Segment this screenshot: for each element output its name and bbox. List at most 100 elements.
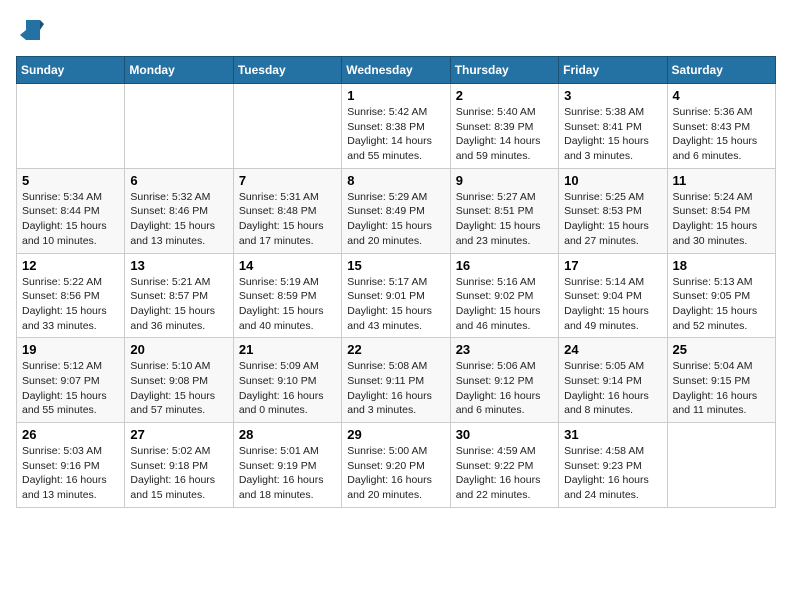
week-row-0: 1Sunrise: 5:42 AMSunset: 8:38 PMDaylight… — [17, 84, 776, 169]
day-number: 22 — [347, 342, 444, 357]
header-day-wednesday: Wednesday — [342, 57, 450, 84]
day-info: Sunrise: 5:24 AMSunset: 8:54 PMDaylight:… — [673, 190, 770, 249]
day-info: Sunrise: 5:09 AMSunset: 9:10 PMDaylight:… — [239, 359, 336, 418]
day-info: Sunrise: 5:32 AMSunset: 8:46 PMDaylight:… — [130, 190, 227, 249]
day-number: 28 — [239, 427, 336, 442]
day-number: 2 — [456, 88, 553, 103]
calendar-cell: 16 Sunrise: 5:16 AMSunset: 9:02 PMDayligh… — [450, 253, 558, 338]
calendar-cell: 19Sunrise: 5:12 AMSunset: 9:07 PMDayligh… — [17, 338, 125, 423]
day-info: Sunrise: 5:21 AMSunset: 8:57 PMDaylight:… — [130, 275, 227, 334]
day-info: Sunrise: 5:01 AMSunset: 9:19 PMDaylight:… — [239, 444, 336, 503]
calendar-cell: 1Sunrise: 5:42 AMSunset: 8:38 PMDaylight… — [342, 84, 450, 169]
week-row-4: 26 Sunrise: 5:03 AMSunset: 9:16 PMDayligh… — [17, 423, 776, 508]
day-info: Sunrise: 5:36 AMSunset: 8:43 PMDaylight:… — [673, 105, 770, 164]
day-info: Sunrise: 5:06 AMSunset: 9:12 PMDaylight:… — [456, 359, 553, 418]
week-row-1: 5 Sunrise: 5:34 AMSunset: 8:44 PMDaylight… — [17, 168, 776, 253]
calendar-cell: 27 Sunrise: 5:02 AMSunset: 9:18 PMDayligh… — [125, 423, 233, 508]
day-info: Sunrise: 5:10 AMSunset: 9:08 PMDaylight:… — [130, 359, 227, 418]
day-info: Sunrise: 5:27 AMSunset: 8:51 PMDaylight:… — [456, 190, 553, 249]
calendar-cell: 20 Sunrise: 5:10 AMSunset: 9:08 PMDayligh… — [125, 338, 233, 423]
calendar-cell: 17 Sunrise: 5:14 AMSunset: 9:04 PMDayligh… — [559, 253, 667, 338]
day-info: Sunrise: 5:04 AMSunset: 9:15 PMDaylight:… — [673, 359, 770, 418]
day-number: 30 — [456, 427, 553, 442]
calendar-cell — [17, 84, 125, 169]
day-number: 18 — [673, 258, 770, 273]
day-info: Sunrise: 5:16 AMSunset: 9:02 PMDaylight:… — [456, 275, 553, 334]
calendar-cell: 4Sunrise: 5:36 AMSunset: 8:43 PMDaylight… — [667, 84, 775, 169]
calendar-cell: 13 Sunrise: 5:21 AMSunset: 8:57 PMDayligh… — [125, 253, 233, 338]
calendar-cell: 24 Sunrise: 5:05 AMSunset: 9:14 PMDayligh… — [559, 338, 667, 423]
week-row-2: 12 Sunrise: 5:22 AMSunset: 8:56 PMDayligh… — [17, 253, 776, 338]
day-info: Sunrise: 5:13 AMSunset: 9:05 PMDaylight:… — [673, 275, 770, 334]
day-number: 6 — [130, 173, 227, 188]
day-number: 10 — [564, 173, 661, 188]
calendar-cell: 31 Sunrise: 4:58 AMSunset: 9:23 PMDayligh… — [559, 423, 667, 508]
day-info: Sunrise: 5:00 AMSunset: 9:20 PMDaylight:… — [347, 444, 444, 503]
calendar-cell: 30 Sunrise: 4:59 AMSunset: 9:22 PMDayligh… — [450, 423, 558, 508]
calendar-cell: 28 Sunrise: 5:01 AMSunset: 9:19 PMDayligh… — [233, 423, 341, 508]
calendar-cell: 25 Sunrise: 5:04 AMSunset: 9:15 PMDayligh… — [667, 338, 775, 423]
day-number: 16 — [456, 258, 553, 273]
day-info: Sunrise: 5:29 AMSunset: 8:49 PMDaylight:… — [347, 190, 444, 249]
day-info: Sunrise: 5:25 AMSunset: 8:53 PMDaylight:… — [564, 190, 661, 249]
day-number: 13 — [130, 258, 227, 273]
calendar-cell: 10 Sunrise: 5:25 AMSunset: 8:53 PMDayligh… — [559, 168, 667, 253]
day-number: 8 — [347, 173, 444, 188]
calendar-cell — [233, 84, 341, 169]
header-day-friday: Friday — [559, 57, 667, 84]
day-number: 17 — [564, 258, 661, 273]
day-info: Sunrise: 5:31 AMSunset: 8:48 PMDaylight:… — [239, 190, 336, 249]
day-number: 26 — [22, 427, 119, 442]
day-number: 1 — [347, 88, 444, 103]
day-number: 15 — [347, 258, 444, 273]
header-day-thursday: Thursday — [450, 57, 558, 84]
day-info: Sunrise: 5:08 AMSunset: 9:11 PMDaylight:… — [347, 359, 444, 418]
day-number: 24 — [564, 342, 661, 357]
day-info: Sunrise: 4:58 AMSunset: 9:23 PMDaylight:… — [564, 444, 661, 503]
calendar-cell: 29 Sunrise: 5:00 AMSunset: 9:20 PMDayligh… — [342, 423, 450, 508]
header-day-tuesday: Tuesday — [233, 57, 341, 84]
logo-icon — [16, 16, 44, 44]
calendar-cell: 11 Sunrise: 5:24 AMSunset: 8:54 PMDayligh… — [667, 168, 775, 253]
calendar-cell: 3Sunrise: 5:38 AMSunset: 8:41 PMDaylight… — [559, 84, 667, 169]
day-number: 7 — [239, 173, 336, 188]
day-number: 31 — [564, 427, 661, 442]
week-row-3: 19Sunrise: 5:12 AMSunset: 9:07 PMDayligh… — [17, 338, 776, 423]
calendar-table: SundayMondayTuesdayWednesdayThursdayFrid… — [16, 56, 776, 508]
day-number: 27 — [130, 427, 227, 442]
calendar-cell: 7 Sunrise: 5:31 AMSunset: 8:48 PMDaylight… — [233, 168, 341, 253]
day-number: 23 — [456, 342, 553, 357]
day-number: 14 — [239, 258, 336, 273]
day-info: Sunrise: 5:40 AMSunset: 8:39 PMDaylight:… — [456, 105, 553, 164]
calendar-cell: 8 Sunrise: 5:29 AMSunset: 8:49 PMDaylight… — [342, 168, 450, 253]
calendar-cell: 15 Sunrise: 5:17 AMSunset: 9:01 PMDayligh… — [342, 253, 450, 338]
calendar-cell: 5 Sunrise: 5:34 AMSunset: 8:44 PMDaylight… — [17, 168, 125, 253]
calendar-cell: 12 Sunrise: 5:22 AMSunset: 8:56 PMDayligh… — [17, 253, 125, 338]
day-number: 19 — [22, 342, 119, 357]
day-info: Sunrise: 5:02 AMSunset: 9:18 PMDaylight:… — [130, 444, 227, 503]
day-number: 25 — [673, 342, 770, 357]
day-info: Sunrise: 5:14 AMSunset: 9:04 PMDaylight:… — [564, 275, 661, 334]
calendar-cell: 21Sunrise: 5:09 AMSunset: 9:10 PMDayligh… — [233, 338, 341, 423]
header-row: SundayMondayTuesdayWednesdayThursdayFrid… — [17, 57, 776, 84]
calendar-cell: 9 Sunrise: 5:27 AMSunset: 8:51 PMDaylight… — [450, 168, 558, 253]
calendar-body: 1Sunrise: 5:42 AMSunset: 8:38 PMDaylight… — [17, 84, 776, 508]
header-day-saturday: Saturday — [667, 57, 775, 84]
calendar-header: SundayMondayTuesdayWednesdayThursdayFrid… — [17, 57, 776, 84]
day-number: 20 — [130, 342, 227, 357]
day-number: 12 — [22, 258, 119, 273]
day-info: Sunrise: 4:59 AMSunset: 9:22 PMDaylight:… — [456, 444, 553, 503]
day-info: Sunrise: 5:38 AMSunset: 8:41 PMDaylight:… — [564, 105, 661, 164]
day-info: Sunrise: 5:03 AMSunset: 9:16 PMDaylight:… — [22, 444, 119, 503]
day-info: Sunrise: 5:34 AMSunset: 8:44 PMDaylight:… — [22, 190, 119, 249]
day-number: 5 — [22, 173, 119, 188]
header — [16, 16, 776, 44]
day-number: 9 — [456, 173, 553, 188]
day-info: Sunrise: 5:17 AMSunset: 9:01 PMDaylight:… — [347, 275, 444, 334]
calendar-cell: 22 Sunrise: 5:08 AMSunset: 9:11 PMDayligh… — [342, 338, 450, 423]
day-info: Sunrise: 5:05 AMSunset: 9:14 PMDaylight:… — [564, 359, 661, 418]
calendar-cell — [667, 423, 775, 508]
day-number: 11 — [673, 173, 770, 188]
day-info: Sunrise: 5:22 AMSunset: 8:56 PMDaylight:… — [22, 275, 119, 334]
day-number: 29 — [347, 427, 444, 442]
